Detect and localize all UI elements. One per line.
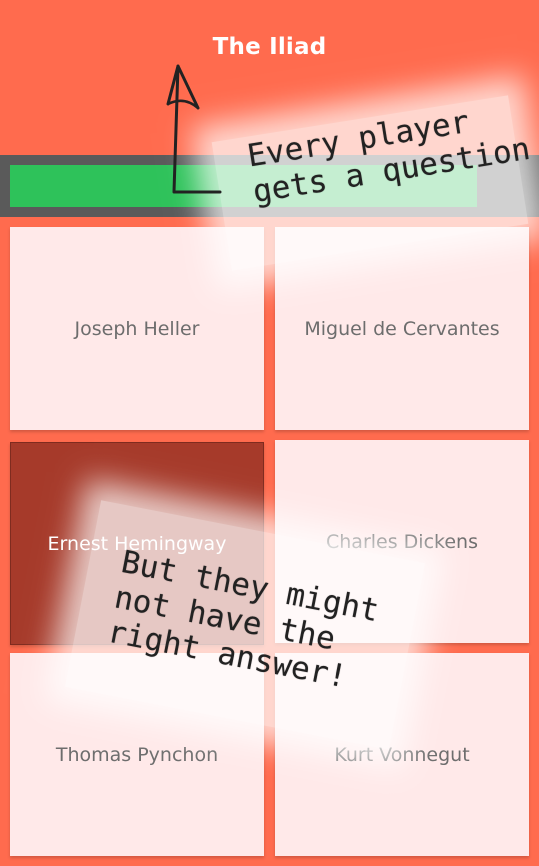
answer-option-label: Joseph Heller bbox=[74, 317, 200, 340]
question-title: The Iliad bbox=[212, 34, 327, 60]
answer-option-1[interactable]: Joseph Heller bbox=[10, 227, 264, 430]
answer-option-label: Kurt Vonnegut bbox=[334, 743, 470, 766]
hand-drawn-arrow-icon bbox=[166, 64, 222, 194]
answer-option-label: Miguel de Cervantes bbox=[304, 317, 500, 340]
answer-option-label: Thomas Pynchon bbox=[55, 743, 219, 766]
